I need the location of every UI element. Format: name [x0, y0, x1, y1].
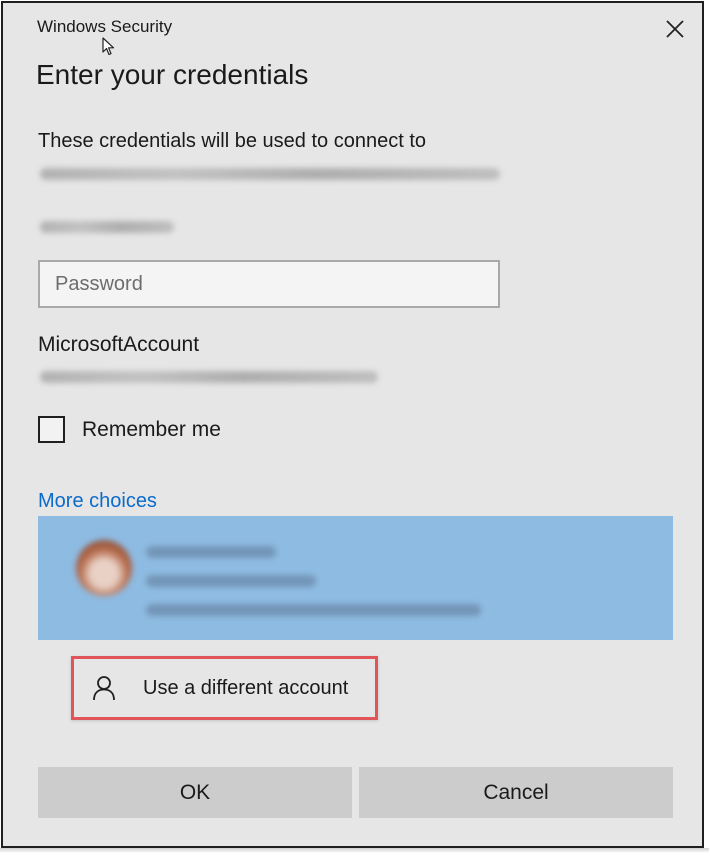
avatar — [76, 540, 132, 596]
ok-button[interactable]: OK — [38, 767, 352, 818]
use-different-account-label: Use a different account — [143, 676, 349, 699]
close-button[interactable] — [655, 11, 695, 47]
more-choices-link[interactable]: More choices — [38, 490, 157, 513]
redacted-server-address — [40, 168, 500, 180]
remember-me-checkbox[interactable] — [38, 416, 65, 443]
redacted-account-type — [146, 575, 316, 587]
saved-account-tile[interactable] — [38, 516, 673, 640]
cancel-button[interactable]: Cancel — [359, 767, 673, 818]
dialog-description: These credentials will be used to connec… — [38, 130, 426, 152]
window-shadow — [0, 848, 709, 853]
redacted-username — [40, 221, 174, 233]
dialog-heading: Enter your credentials — [36, 59, 309, 90]
redacted-account-email-tile — [146, 604, 481, 616]
account-type-label: MicrosoftAccount — [38, 333, 200, 356]
close-icon — [666, 20, 684, 38]
remember-me-label: Remember me — [82, 417, 221, 441]
use-different-account-option[interactable]: Use a different account — [71, 656, 378, 720]
remember-me-checkbox-row[interactable]: Remember me — [38, 416, 221, 443]
password-field[interactable] — [38, 260, 500, 308]
window-title: Windows Security — [37, 17, 173, 36]
password-input[interactable] — [53, 271, 498, 297]
mouse-cursor-icon — [102, 37, 115, 56]
redacted-account-name — [146, 546, 276, 558]
credentials-dialog: Windows Security Enter your credentials … — [1, 1, 704, 848]
person-icon — [93, 676, 115, 701]
redacted-account-email — [40, 371, 378, 383]
